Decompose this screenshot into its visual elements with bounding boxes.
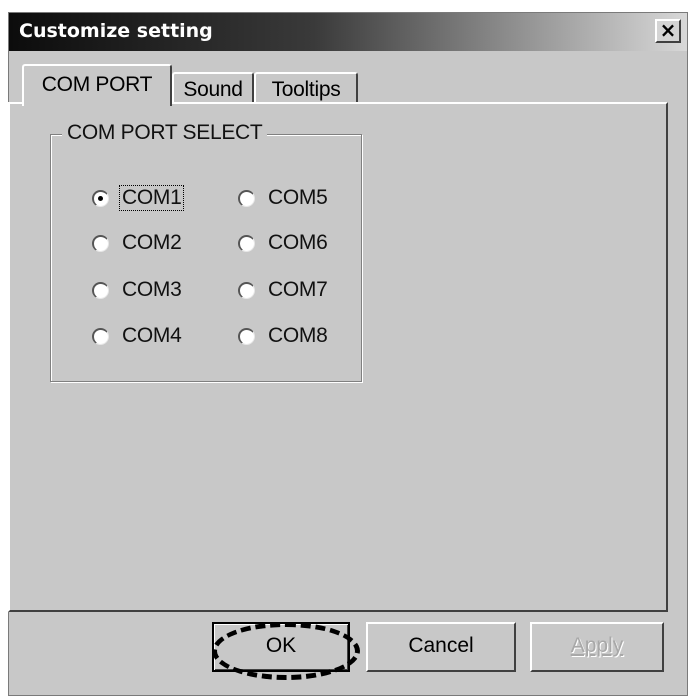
radio-com1-label: COM1 — [118, 185, 185, 211]
tab-com-port-label: COM PORT — [41, 73, 153, 96]
tab-sound[interactable]: Sound — [172, 72, 254, 104]
cancel-button-label: Cancel — [408, 634, 474, 657]
apply-button: Apply — [530, 622, 664, 672]
radio-selected-dot — [98, 196, 103, 201]
tab-tooltips[interactable]: Tooltips — [254, 72, 358, 104]
radio-com8-circle[interactable] — [238, 328, 255, 345]
radio-com3-label: COM3 — [122, 278, 182, 301]
ok-button-label: OK — [265, 634, 297, 657]
title-bar[interactable]: Customize setting × — [9, 13, 687, 51]
tab-sound-label: Sound — [183, 78, 243, 101]
radio-com1-circle[interactable] — [92, 190, 109, 207]
window-title: Customize setting — [19, 20, 213, 42]
cancel-button[interactable]: Cancel — [366, 622, 516, 672]
radio-com7-label: COM7 — [268, 278, 328, 301]
radio-com4-label: COM4 — [122, 324, 182, 347]
apply-button-label: Apply — [570, 634, 624, 657]
tab-tooltips-label: Tooltips — [271, 78, 341, 101]
radio-com5-circle[interactable] — [238, 190, 255, 207]
radio-com2-label: COM2 — [122, 231, 182, 254]
radio-com2-circle[interactable] — [92, 235, 109, 252]
group-title: COM PORT SELECT — [62, 121, 268, 145]
radio-com6-label: COM6 — [268, 231, 328, 254]
radio-com6-circle[interactable] — [238, 235, 255, 252]
radio-com3-circle[interactable] — [92, 282, 109, 299]
close-button[interactable]: × — [655, 19, 681, 43]
radio-com7-circle[interactable] — [238, 282, 255, 299]
radio-com5-label: COM5 — [268, 186, 328, 209]
ok-button[interactable]: OK — [212, 622, 350, 672]
close-icon: × — [659, 18, 677, 42]
radio-com4-circle[interactable] — [92, 328, 109, 345]
radio-com8-label: COM8 — [268, 324, 328, 347]
tab-com-port[interactable]: COM PORT — [22, 64, 172, 106]
